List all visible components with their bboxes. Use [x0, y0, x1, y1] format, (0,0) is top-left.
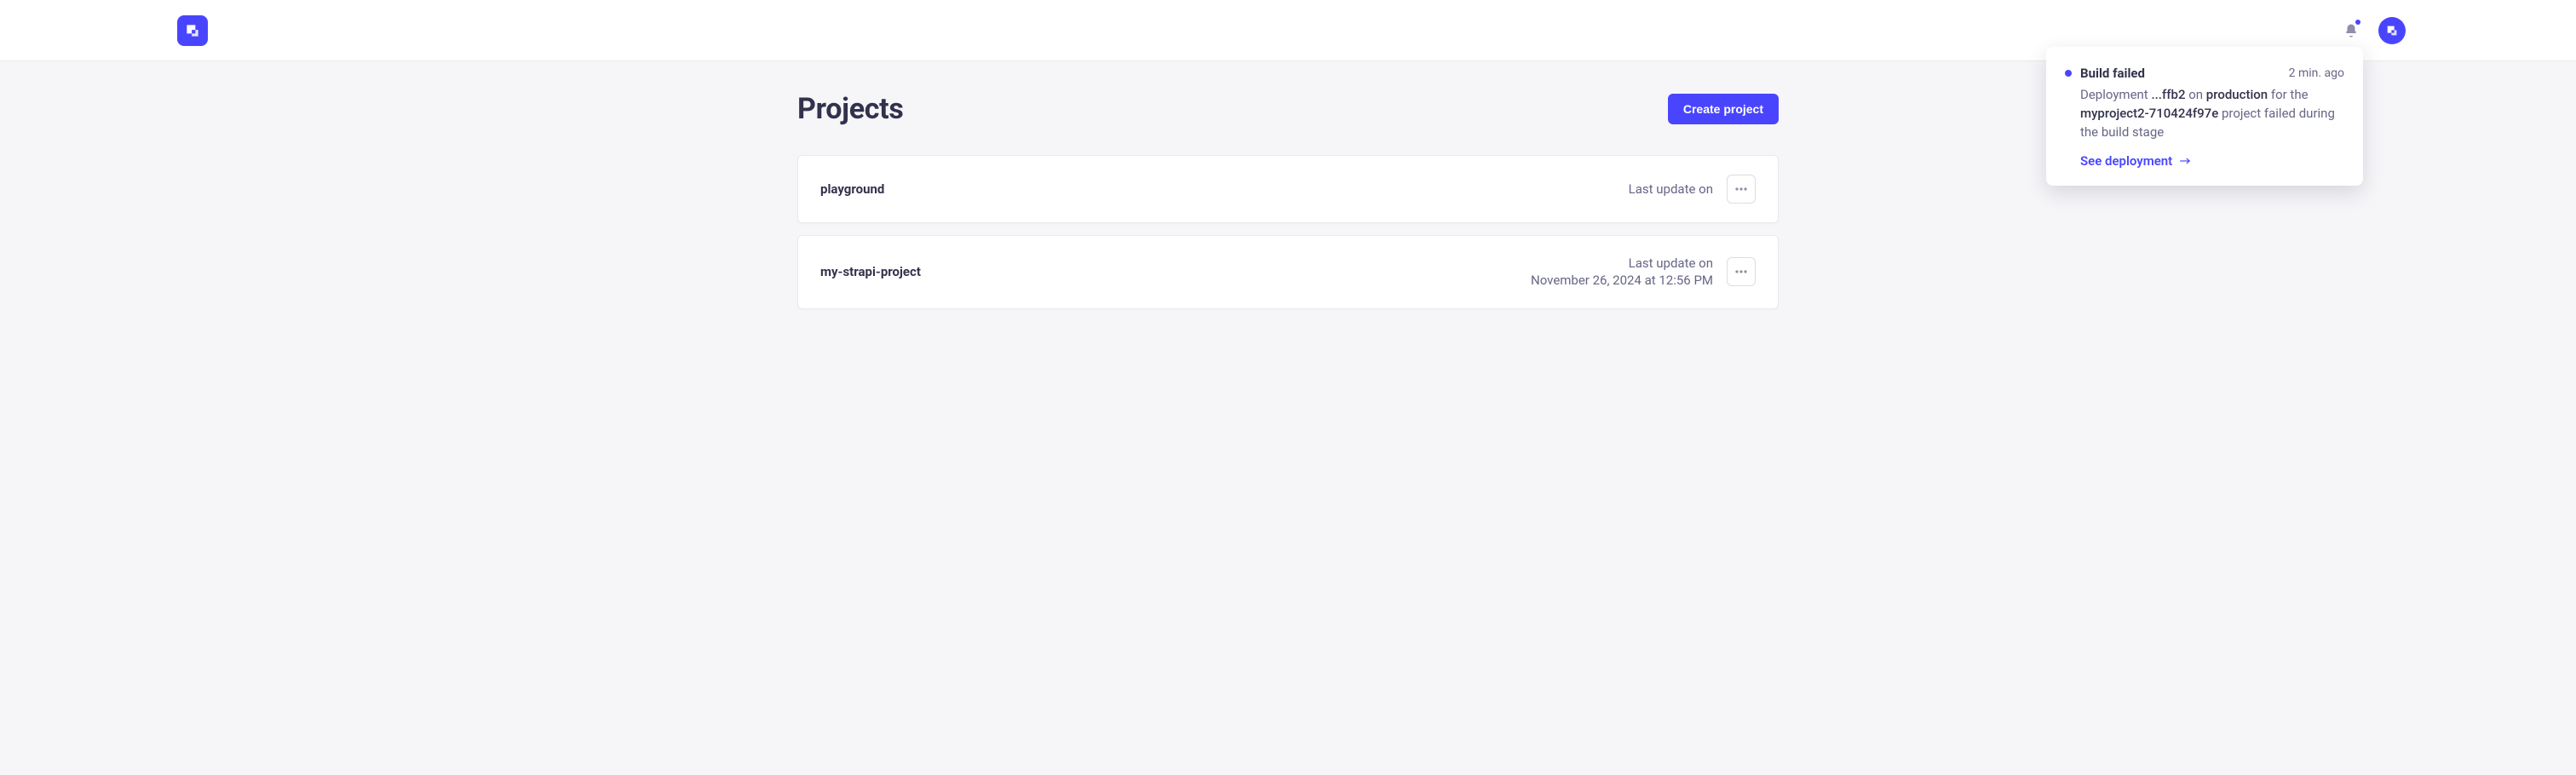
project-meta: Last update on: [1629, 181, 1713, 198]
notifications-button[interactable]: [2343, 21, 2360, 40]
avatar[interactable]: [2378, 17, 2406, 44]
arrow-right-icon: [2179, 156, 2191, 166]
project-name: playground: [820, 181, 884, 197]
notification-popover: Build failed 2 min. ago Deployment ...ff…: [2046, 47, 2363, 186]
ellipsis-icon: [1735, 270, 1747, 273]
project-row-right: Last update on: [1629, 175, 1756, 204]
project-row[interactable]: my-strapi-project Last update on Novembe…: [797, 235, 1779, 309]
project-meta-value: November 26, 2024 at 12:56 PM: [1531, 272, 1713, 289]
project-row-right: Last update on November 26, 2024 at 12:5…: [1531, 255, 1756, 290]
notification-deployment-id: ...ffb2: [2151, 87, 2185, 102]
bell-icon: [2343, 23, 2359, 38]
notification-env: production: [2206, 87, 2268, 102]
app-logo[interactable]: [177, 15, 208, 46]
project-meta: Last update on November 26, 2024 at 12:5…: [1531, 255, 1713, 290]
notification-body-mid1: on: [2186, 87, 2206, 102]
see-deployment-label: See deployment: [2080, 153, 2172, 169]
notification-body: Deployment ...ffb2 on production for the…: [2065, 86, 2344, 141]
notification-title: Build failed: [2080, 66, 2280, 81]
unread-dot: [2065, 70, 2072, 77]
main-content: Projects Create project playground Last …: [797, 61, 1779, 352]
project-actions-button[interactable]: [1727, 175, 1756, 204]
notification-body-prefix: Deployment: [2080, 87, 2151, 102]
project-meta-label: Last update on: [1629, 181, 1713, 198]
project-name: my-strapi-project: [820, 264, 921, 279]
see-deployment-link[interactable]: See deployment: [2065, 153, 2344, 169]
project-meta-label: Last update on: [1531, 255, 1713, 272]
strapi-logo-icon: [184, 22, 201, 39]
ellipsis-icon: [1735, 187, 1747, 191]
notification-body-mid2: for the: [2268, 87, 2308, 102]
page-title: Projects: [797, 92, 904, 126]
notification-header: Build failed 2 min. ago: [2065, 66, 2344, 81]
project-actions-button[interactable]: [1727, 257, 1756, 286]
project-row[interactable]: playground Last update on: [797, 155, 1779, 223]
create-project-button[interactable]: Create project: [1668, 94, 1779, 124]
notification-project-name: myproject2-710424f97e: [2080, 106, 2218, 121]
notification-time: 2 min. ago: [2289, 66, 2344, 80]
page-top: Projects Create project: [797, 92, 1779, 126]
header-right: [2343, 17, 2406, 44]
strapi-avatar-icon: [2385, 24, 2399, 37]
notification-dot: [2355, 20, 2360, 25]
